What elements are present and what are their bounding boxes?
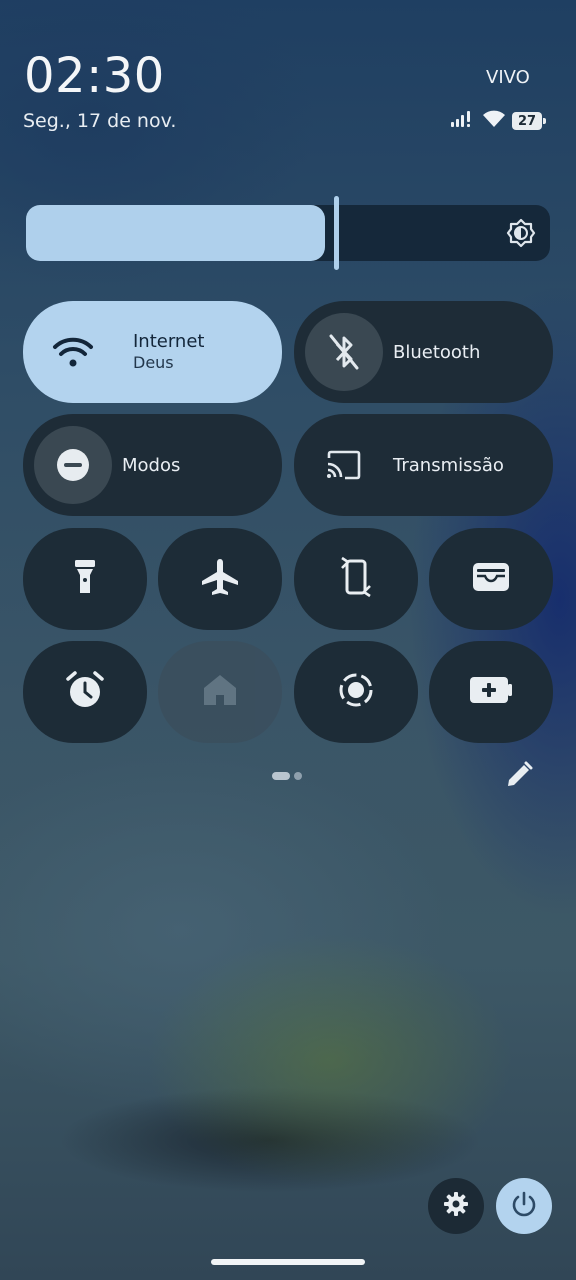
do-not-disturb-icon <box>34 426 112 504</box>
edit-button[interactable] <box>504 761 534 793</box>
tile-modes-title: Modos <box>122 454 181 476</box>
tile-airplane[interactable] <box>158 528 282 630</box>
screen-record-icon <box>336 670 376 714</box>
date[interactable]: Seg., 17 de nov. <box>23 110 176 132</box>
brightness-slider-fill[interactable] <box>26 205 325 261</box>
clock[interactable]: 02:30 <box>24 48 165 104</box>
tile-bluetooth-title: Bluetooth <box>393 341 481 363</box>
battery-icon: 27 <box>512 112 546 130</box>
wifi-icon <box>34 313 112 391</box>
airplane-icon <box>200 557 240 601</box>
wifi-icon <box>482 110 506 132</box>
tile-bluetooth[interactable]: Bluetooth <box>294 301 553 403</box>
flashlight-icon <box>73 558 97 600</box>
power-button[interactable] <box>496 1178 552 1234</box>
page-indicator <box>272 772 302 780</box>
settings-button[interactable] <box>428 1178 484 1234</box>
tile-internet[interactable]: Internet Deus <box>23 301 282 403</box>
gesture-nav-bar[interactable] <box>211 1259 365 1265</box>
carrier-name: VIVO <box>486 67 530 88</box>
tile-auto-rotate[interactable] <box>294 528 418 630</box>
tile-flashlight[interactable] <box>23 528 147 630</box>
cast-icon <box>305 426 383 504</box>
bluetooth-disabled-icon <box>305 313 383 391</box>
tile-modes[interactable]: Modos <box>23 414 282 516</box>
power-icon <box>510 1190 538 1222</box>
tile-cast[interactable]: Transmissão <box>294 414 553 516</box>
page-dot <box>294 772 302 780</box>
tile-alarm[interactable] <box>23 641 147 743</box>
gear-icon <box>443 1191 469 1221</box>
auto-brightness-icon <box>504 216 538 250</box>
tile-cast-title: Transmissão <box>393 454 504 476</box>
wallet-icon <box>471 561 511 597</box>
tile-screen-record[interactable] <box>294 641 418 743</box>
alarm-icon <box>65 670 105 714</box>
home-icon <box>202 673 238 711</box>
battery-level: 27 <box>517 113 537 129</box>
page-dot-active <box>272 772 290 780</box>
status-icons: 27 <box>450 110 546 132</box>
tile-wallet[interactable] <box>429 528 553 630</box>
battery-saver-icon <box>468 675 514 709</box>
tile-battery-saver[interactable] <box>429 641 553 743</box>
auto-rotate-icon <box>340 556 372 602</box>
signal-icon <box>450 110 476 132</box>
brightness-slider-handle[interactable] <box>334 196 339 270</box>
pencil-icon <box>505 761 533 793</box>
tile-home[interactable] <box>158 641 282 743</box>
tile-internet-title: Internet <box>133 331 205 352</box>
tile-internet-subtitle: Deus <box>133 353 174 372</box>
